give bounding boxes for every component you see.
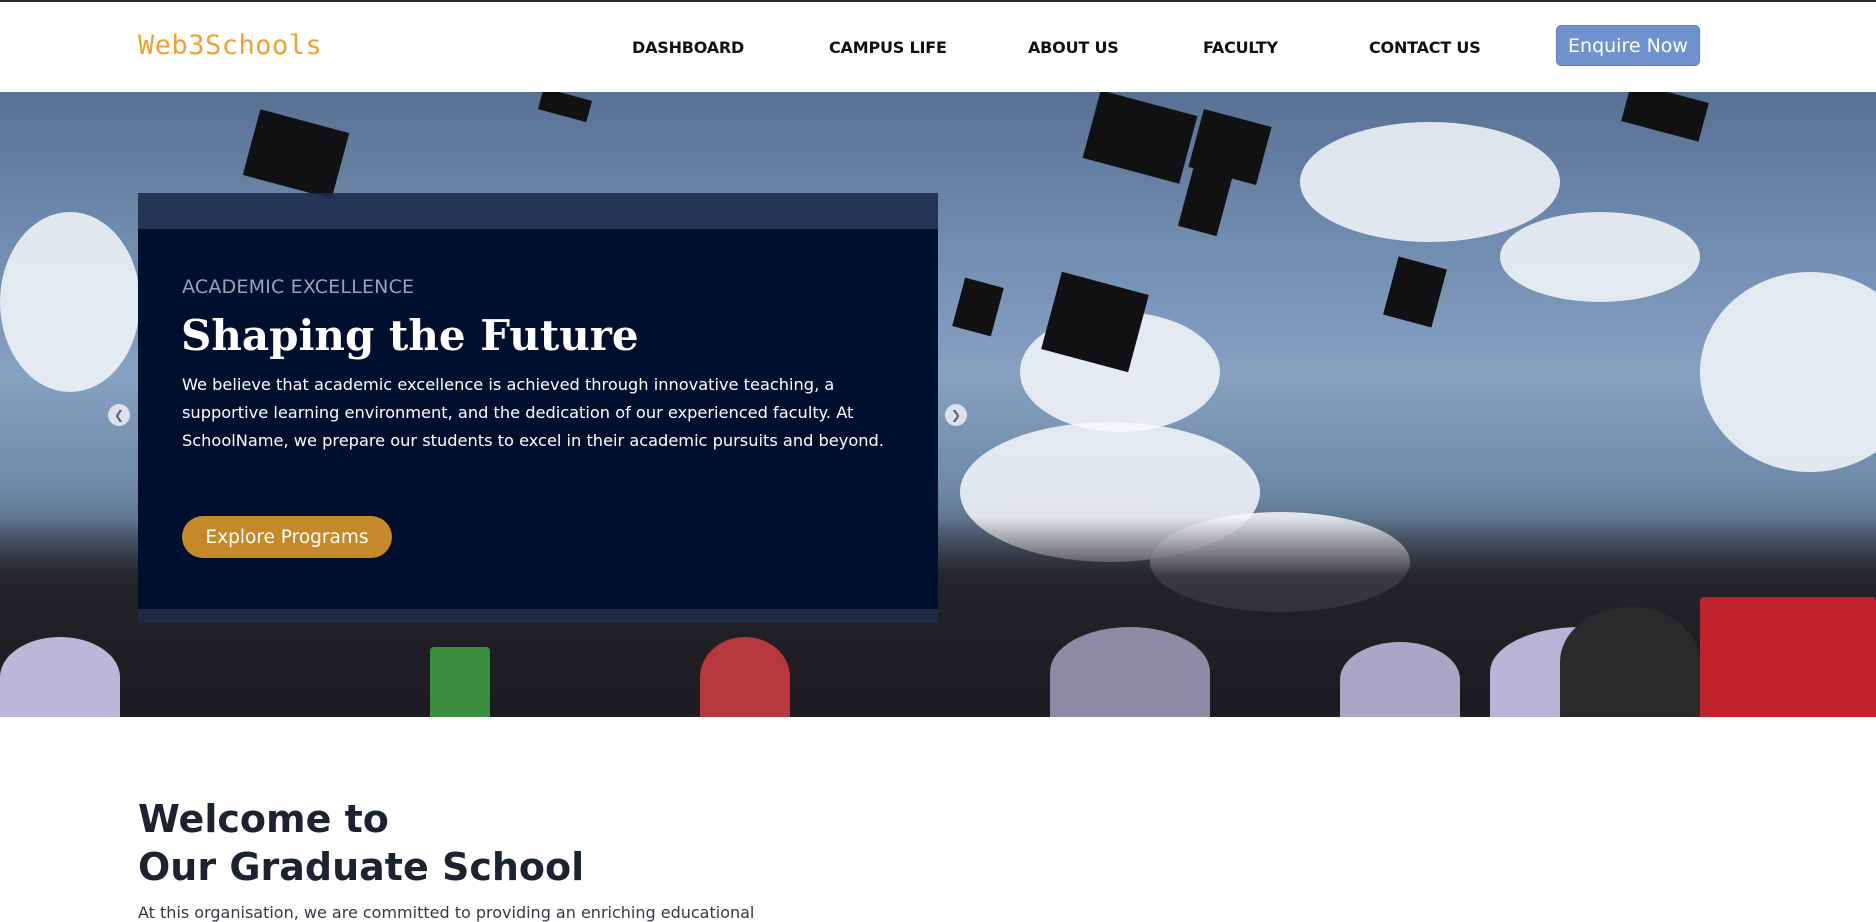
slide-overlay-bottom [138, 609, 938, 623]
graduate-robe [430, 647, 490, 717]
graduation-cap-image [538, 92, 592, 123]
graduation-cap-image [242, 109, 350, 199]
hero-title: Shaping the Future [181, 311, 639, 360]
graduate-robe [1340, 642, 1460, 717]
nav-about-us[interactable]: ABOUT US [1028, 38, 1119, 57]
chevron-right-icon[interactable]: ❯ [945, 404, 967, 426]
hero-eyebrow: ACADEMIC EXCELLENCE [182, 276, 415, 298]
hero-slide-panel: ACADEMIC EXCELLENCE Shaping the Future W… [138, 229, 938, 609]
graduation-cap-image [1177, 167, 1233, 237]
cloud-shape [1700, 272, 1876, 472]
brand-logo[interactable]: Web3Schools [138, 30, 322, 61]
welcome-text: At this organisation, we are committed t… [138, 903, 755, 922]
nav-contact-us[interactable]: CONTACT US [1369, 38, 1481, 57]
slide-overlay-top [138, 193, 938, 229]
graduate-robe [1560, 607, 1700, 717]
nav-campus-life[interactable]: CAMPUS LIFE [829, 38, 947, 57]
graduate-robe [0, 637, 120, 717]
cloud-shape [1300, 122, 1560, 242]
nav-dashboard[interactable]: DASHBOARD [632, 38, 744, 57]
explore-programs-button[interactable]: Explore Programs [182, 516, 392, 558]
hero-description: We believe that academic excellence is a… [182, 375, 884, 450]
graduation-cap-image [1383, 256, 1447, 328]
graduate-book [1700, 597, 1876, 717]
graduation-cap-image [1621, 92, 1709, 142]
graduate-robe [700, 637, 790, 717]
enquire-now-button[interactable]: Enquire Now [1556, 25, 1700, 66]
graduation-cap-image [952, 277, 1004, 337]
hero-carousel: ACADEMIC EXCELLENCE Shaping the Future W… [0, 92, 1876, 717]
nav-faculty[interactable]: FACULTY [1203, 38, 1278, 57]
welcome-title: Welcome to Our Graduate School [138, 795, 584, 891]
cloud-shape [1500, 212, 1700, 302]
graduate-robe [1050, 627, 1210, 717]
cloud-shape [0, 212, 140, 392]
graduation-cap-image [1082, 92, 1198, 184]
welcome-title-line2: Our Graduate School [138, 845, 585, 889]
navbar: Web3Schools DASHBOARD CAMPUS LIFE ABOUT … [0, 2, 1876, 92]
chevron-left-icon[interactable]: ❮ [108, 404, 130, 426]
welcome-title-line1: Welcome to [138, 797, 389, 841]
